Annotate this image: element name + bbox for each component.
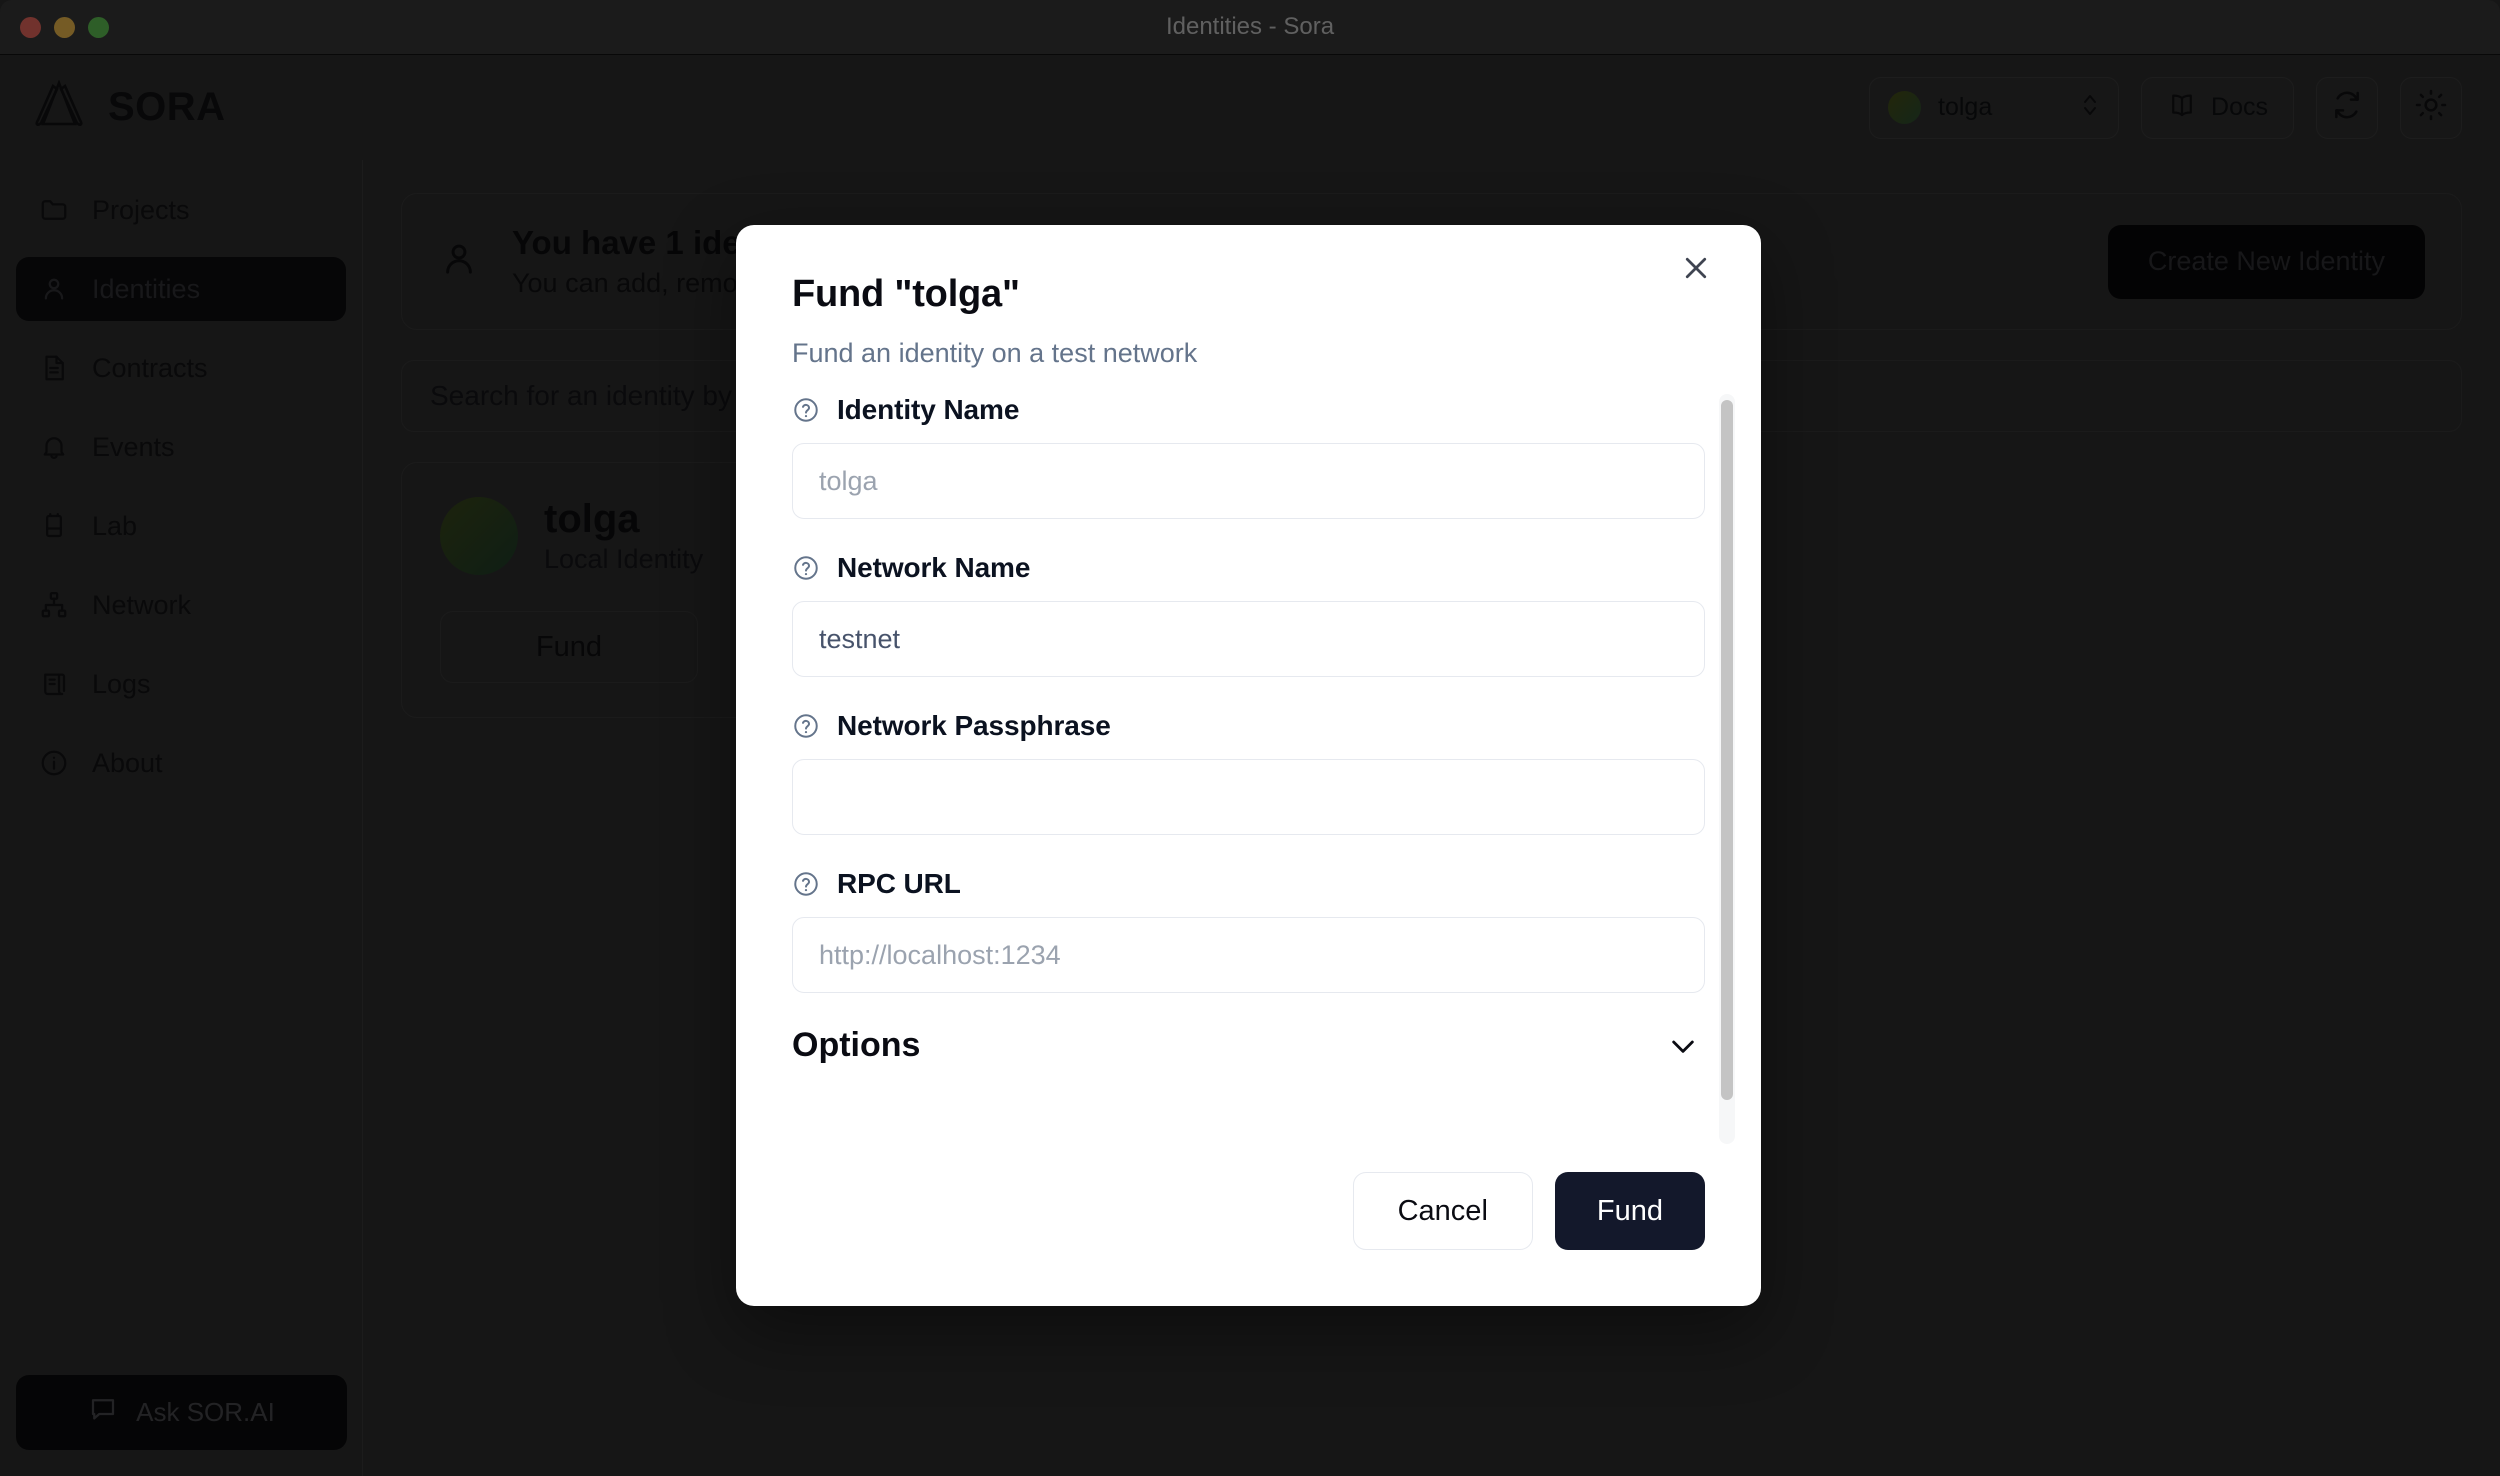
identity-name-field: Identity Name tolga <box>792 394 1705 519</box>
identity-name-input[interactable]: tolga <box>792 443 1705 519</box>
options-accordion[interactable]: Options <box>792 1026 1705 1065</box>
modal-body: Identity Name tolga Network Name testnet… <box>736 394 1761 1144</box>
modal-scrollbar[interactable] <box>1719 394 1735 1144</box>
field-label: Identity Name <box>837 394 1020 425</box>
options-title: Options <box>792 1026 921 1064</box>
network-name-input[interactable]: testnet <box>792 601 1705 677</box>
question-circle-icon[interactable] <box>792 554 820 582</box>
app-window: Identities - Sora SORA tolga <box>0 0 2500 1476</box>
modal-header: Fund "tolga" Fund an identity on a test … <box>736 225 1761 369</box>
network-passphrase-input[interactable] <box>792 759 1705 835</box>
field-label: RPC URL <box>837 868 961 899</box>
scrollbar-thumb[interactable] <box>1721 400 1733 1100</box>
field-label: Network Name <box>837 552 1031 583</box>
field-label-row: Identity Name <box>792 394 1705 426</box>
question-circle-icon[interactable] <box>792 712 820 740</box>
rpc-url-input[interactable]: http://localhost:1234 <box>792 917 1705 993</box>
cancel-button[interactable]: Cancel <box>1352 1172 1533 1250</box>
close-icon <box>1681 253 1711 288</box>
rpc-url-field: RPC URL http://localhost:1234 <box>792 868 1705 993</box>
fund-identity-modal: Fund "tolga" Fund an identity on a test … <box>736 225 1761 1306</box>
question-circle-icon[interactable] <box>792 396 820 424</box>
field-label-row: RPC URL <box>792 868 1705 900</box>
field-label-row: Network Name <box>792 552 1705 584</box>
chevron-down-icon <box>1667 1030 1699 1062</box>
network-passphrase-field: Network Passphrase <box>792 710 1705 835</box>
network-name-field: Network Name testnet <box>792 552 1705 677</box>
fund-submit-button[interactable]: Fund <box>1554 1172 1705 1250</box>
close-modal-button[interactable] <box>1673 247 1719 293</box>
field-label: Network Passphrase <box>837 710 1111 741</box>
question-circle-icon[interactable] <box>792 870 820 898</box>
modal-title: Fund "tolga" <box>792 273 1020 315</box>
modal-subtitle: Fund an identity on a test network <box>792 338 1198 368</box>
field-label-row: Network Passphrase <box>792 710 1705 742</box>
modal-footer: Cancel Fund <box>736 1144 1761 1306</box>
